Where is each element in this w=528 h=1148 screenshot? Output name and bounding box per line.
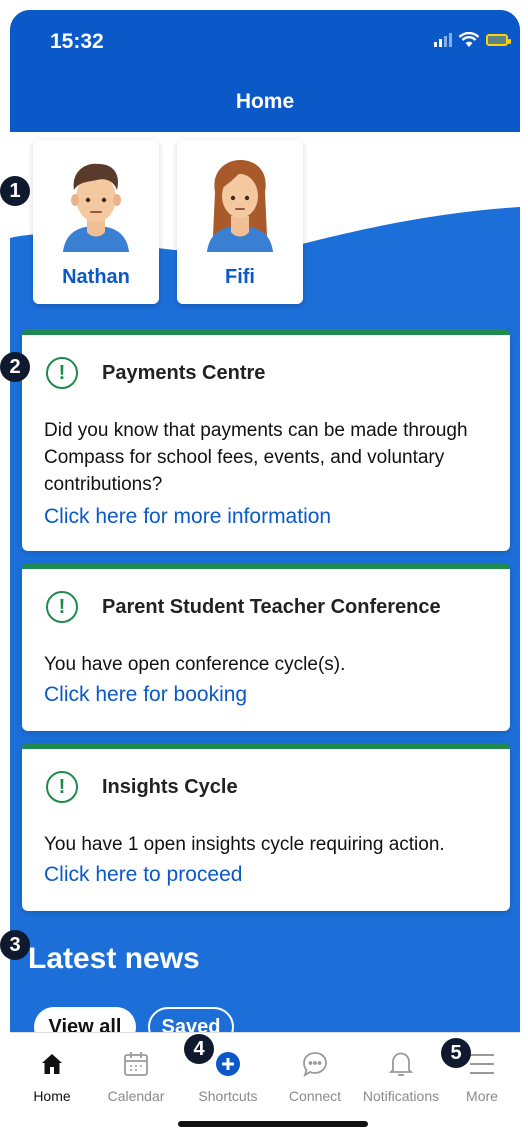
annotation-badge: 3 — [0, 930, 30, 960]
latest-news-heading: Latest news — [28, 942, 200, 975]
chat-bubble-icon — [275, 1047, 355, 1081]
page-title: Home — [235, 90, 295, 113]
student-card-nathan[interactable]: Nathan — [33, 140, 159, 304]
student-name: Nathan — [62, 266, 130, 288]
insights-cycle-card: ! Insights Cycle You have 1 open insight… — [22, 743, 510, 911]
home-indicator — [178, 1121, 368, 1127]
tab-label: Notifications — [362, 1088, 440, 1104]
student-card-fifi[interactable]: Fifi — [177, 140, 303, 304]
tab-calendar[interactable]: Calendar — [96, 1047, 176, 1104]
annotation-badge: 5 — [441, 1038, 471, 1068]
exclamation-circle-icon: ! — [46, 357, 78, 389]
tab-label: More — [466, 1088, 498, 1104]
boy-avatar-icon — [63, 163, 129, 252]
annotation-badge: 2 — [0, 352, 30, 382]
tab-notifications[interactable]: Notifications — [356, 1047, 446, 1104]
conference-card: ! Parent Student Teacher Conference You … — [22, 563, 510, 731]
signal-icon — [434, 33, 452, 47]
wifi-icon — [458, 32, 480, 47]
conference-booking-link[interactable]: Click here for booking — [44, 683, 247, 707]
card-title: Parent Student Teacher Conference — [102, 595, 441, 618]
tab-label: Connect — [288, 1088, 342, 1104]
exclamation-circle-icon: ! — [46, 591, 78, 623]
card-title: Payments Centre — [102, 361, 266, 384]
card-title: Insights Cycle — [102, 775, 238, 798]
home-icon — [12, 1047, 92, 1081]
card-body: You have 1 open insights cycle requiring… — [44, 834, 445, 855]
tab-label: Home — [33, 1088, 71, 1104]
insights-proceed-link[interactable]: Click here to proceed — [44, 863, 242, 887]
tab-home[interactable]: Home — [12, 1047, 92, 1104]
exclamation-circle-icon: ! — [46, 771, 78, 803]
status-icons — [434, 32, 511, 48]
payments-centre-card: ! Payments Centre Did you know that paym… — [22, 329, 510, 551]
card-body: Did you know that payments can be made t… — [44, 420, 468, 495]
card-body: You have open conference cycle(s). — [44, 654, 346, 675]
annotation-badge: 4 — [184, 1034, 214, 1064]
tab-label: Shortcuts — [198, 1088, 258, 1104]
tab-label: Calendar — [107, 1088, 165, 1104]
girl-avatar-icon — [207, 160, 273, 252]
app-header: 15:32 Home — [10, 10, 520, 132]
battery-icon — [486, 34, 511, 46]
tab-connect[interactable]: Connect — [275, 1047, 355, 1104]
phone-screen: 15:32 Home Nathan Fifi ! Payments Centre… — [10, 10, 520, 1148]
status-time: 15:32 — [50, 30, 104, 53]
calendar-icon — [96, 1047, 176, 1081]
student-name: Fifi — [225, 266, 255, 288]
student-hero: Nathan Fifi — [10, 132, 520, 332]
annotation-badge: 1 — [0, 176, 30, 206]
payments-info-link[interactable]: Click here for more information — [44, 505, 331, 529]
bell-icon — [356, 1047, 446, 1081]
